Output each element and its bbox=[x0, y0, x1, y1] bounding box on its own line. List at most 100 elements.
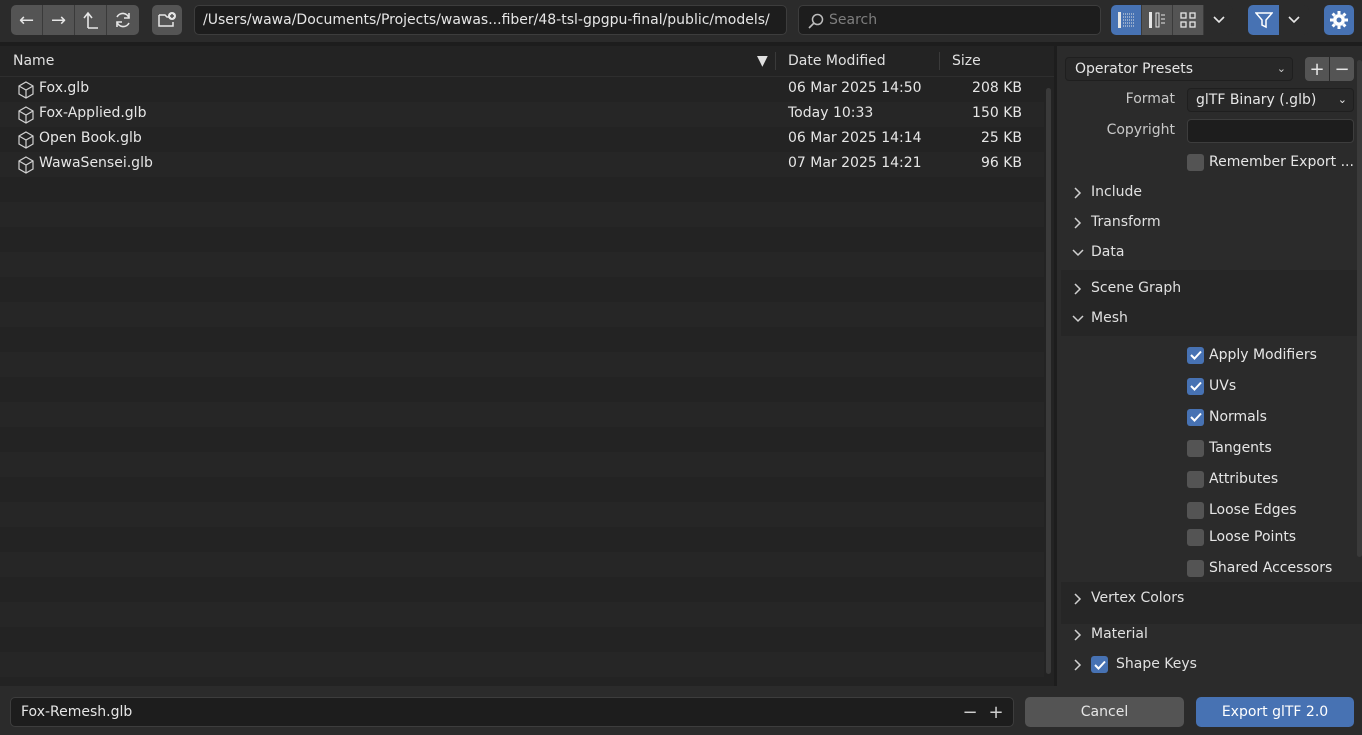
uvs-label: UVs bbox=[1209, 378, 1237, 394]
column-divider[interactable] bbox=[939, 52, 940, 70]
section-material[interactable]: Material bbox=[1057, 620, 1362, 650]
copyright-label: Copyright bbox=[1106, 122, 1175, 138]
file-date: 06 Mar 2025 14:14 bbox=[788, 130, 922, 146]
column-size[interactable]: Size bbox=[952, 53, 981, 69]
column-date-modified[interactable]: Date Modified bbox=[788, 53, 886, 69]
display-mode-buttons bbox=[1111, 5, 1233, 35]
section-mesh-label: Mesh bbox=[1091, 310, 1128, 326]
chevron-down-icon: ⌄ bbox=[1337, 93, 1347, 106]
section-vertex-colors[interactable]: Vertex Colors bbox=[1057, 584, 1362, 614]
directory-path-input[interactable]: /Users/wawa/Documents/Projects/wawas...f… bbox=[194, 5, 787, 35]
file-row[interactable]: Fox.glb 06 Mar 2025 14:50 208 KB bbox=[0, 77, 1044, 102]
shared-accessors-checkbox[interactable]: Shared Accessors bbox=[1187, 558, 1332, 578]
file-name: Open Book.glb bbox=[39, 130, 142, 146]
section-transform-label: Transform bbox=[1091, 214, 1161, 230]
cancel-button[interactable]: Cancel bbox=[1025, 697, 1184, 727]
minus-icon: − bbox=[1334, 58, 1350, 80]
section-transform[interactable]: Transform bbox=[1057, 208, 1362, 238]
operator-presets-dropdown[interactable]: Operator Presets ⌄ bbox=[1065, 57, 1293, 81]
search-placeholder: Search bbox=[829, 12, 878, 28]
section-data[interactable]: Data bbox=[1057, 238, 1362, 268]
section-include-label: Include bbox=[1091, 184, 1142, 200]
minus-icon: − bbox=[962, 701, 978, 723]
checkbox-checked[interactable] bbox=[1187, 346, 1204, 364]
checkbox-checked[interactable] bbox=[1187, 408, 1204, 426]
remove-preset-button[interactable]: − bbox=[1330, 57, 1354, 81]
section-shape-keys-label: Shape Keys bbox=[1116, 656, 1197, 672]
column-name[interactable]: Name bbox=[13, 53, 54, 69]
new-directory-button[interactable] bbox=[152, 5, 182, 35]
file-date: 07 Mar 2025 14:21 bbox=[788, 155, 922, 171]
search-input[interactable]: Search bbox=[798, 5, 1101, 35]
file-row[interactable]: Open Book.glb 06 Mar 2025 14:14 25 KB bbox=[0, 127, 1044, 152]
checkbox-unchecked[interactable] bbox=[1187, 559, 1204, 577]
loose-edges-label: Loose Edges bbox=[1209, 502, 1297, 518]
section-shape-keys[interactable]: Shape Keys bbox=[1057, 650, 1362, 680]
section-include[interactable]: Include bbox=[1057, 178, 1362, 208]
chevron-right-icon bbox=[1074, 593, 1082, 605]
file-row[interactable]: WawaSensei.glb 07 Mar 2025 14:21 96 KB bbox=[0, 152, 1044, 177]
section-mesh[interactable]: Mesh bbox=[1057, 304, 1362, 334]
section-scene-graph-label: Scene Graph bbox=[1091, 280, 1182, 296]
chevron-down-icon bbox=[1072, 249, 1084, 257]
checkbox-unchecked[interactable] bbox=[1187, 153, 1204, 171]
parent-directory-button[interactable] bbox=[75, 5, 107, 35]
filter-options-dropdown[interactable] bbox=[1279, 5, 1309, 35]
shape-keys-checkbox[interactable] bbox=[1091, 656, 1108, 673]
column-divider[interactable] bbox=[775, 52, 776, 70]
checkbox-checked[interactable] bbox=[1187, 377, 1204, 395]
filename-input[interactable]: Fox-Remesh.glb bbox=[10, 697, 1014, 727]
chevron-right-icon bbox=[1074, 659, 1082, 671]
format-dropdown[interactable]: glTF Binary (.glb) ⌄ bbox=[1187, 88, 1354, 112]
file-row[interactable]: Fox-Applied.glb Today 10:33 150 KB bbox=[0, 102, 1044, 127]
forward-button[interactable]: → bbox=[43, 5, 75, 35]
display-options-dropdown[interactable] bbox=[1204, 5, 1233, 35]
copyright-input[interactable] bbox=[1187, 119, 1354, 143]
vertical-list-view-button[interactable] bbox=[1111, 5, 1142, 35]
loose-points-checkbox[interactable]: Loose Points bbox=[1187, 527, 1296, 547]
settings-button[interactable] bbox=[1324, 5, 1354, 35]
export-options-panel: Operator Presets ⌄ + − Format glTF Binar… bbox=[1057, 46, 1362, 686]
file-name: Fox.glb bbox=[39, 80, 90, 96]
checkbox-unchecked[interactable] bbox=[1187, 439, 1204, 457]
checkbox-unchecked[interactable] bbox=[1187, 470, 1204, 488]
loose-edges-checkbox[interactable]: Loose Edges bbox=[1187, 500, 1297, 520]
checkbox-unchecked[interactable] bbox=[1187, 501, 1204, 519]
checkmark-icon bbox=[1093, 660, 1106, 670]
decrement-filename-button[interactable]: − bbox=[958, 697, 982, 727]
tangents-checkbox[interactable]: Tangents bbox=[1187, 438, 1272, 458]
section-data-label: Data bbox=[1091, 244, 1125, 260]
checkbox-unchecked[interactable] bbox=[1187, 528, 1204, 546]
checkmark-icon bbox=[1189, 412, 1202, 422]
normals-checkbox[interactable]: Normals bbox=[1187, 407, 1267, 427]
back-button[interactable]: ← bbox=[11, 5, 43, 35]
options-panel-scrollbar[interactable] bbox=[1357, 60, 1362, 557]
refresh-button[interactable] bbox=[107, 5, 139, 35]
navigation-buttons: ← → bbox=[11, 5, 139, 35]
filter-toggle-button[interactable] bbox=[1248, 5, 1279, 35]
checkmark-icon bbox=[1189, 381, 1202, 391]
apply-modifiers-checkbox[interactable]: Apply Modifiers bbox=[1187, 345, 1317, 365]
add-preset-button[interactable]: + bbox=[1305, 57, 1329, 81]
file-size: 208 KB bbox=[972, 80, 1022, 96]
uvs-checkbox[interactable]: UVs bbox=[1187, 376, 1236, 396]
format-value: glTF Binary (.glb) bbox=[1196, 92, 1317, 108]
remember-export-checkbox[interactable]: Remember Export ... bbox=[1187, 152, 1354, 172]
horizontal-list-view-button[interactable] bbox=[1142, 5, 1173, 35]
thumbnail-view-button[interactable] bbox=[1173, 5, 1204, 35]
chevron-right-icon bbox=[1074, 217, 1082, 229]
mesh-cube-icon bbox=[18, 156, 34, 174]
export-button[interactable]: Export glTF 2.0 bbox=[1196, 697, 1354, 727]
remember-export-label: Remember Export ... bbox=[1209, 154, 1354, 170]
folder-add-icon bbox=[158, 12, 176, 27]
attributes-checkbox[interactable]: Attributes bbox=[1187, 469, 1278, 489]
increment-filename-button[interactable]: + bbox=[984, 697, 1008, 727]
search-icon bbox=[808, 13, 824, 29]
file-list-scrollbar[interactable] bbox=[1046, 88, 1051, 674]
chevron-down-icon bbox=[1212, 16, 1225, 24]
file-size: 25 KB bbox=[980, 130, 1022, 146]
list-background bbox=[0, 177, 1044, 686]
section-scene-graph[interactable]: Scene Graph bbox=[1057, 274, 1362, 304]
sort-descending-icon: ▼ bbox=[757, 53, 768, 69]
mesh-cube-icon bbox=[18, 131, 34, 149]
